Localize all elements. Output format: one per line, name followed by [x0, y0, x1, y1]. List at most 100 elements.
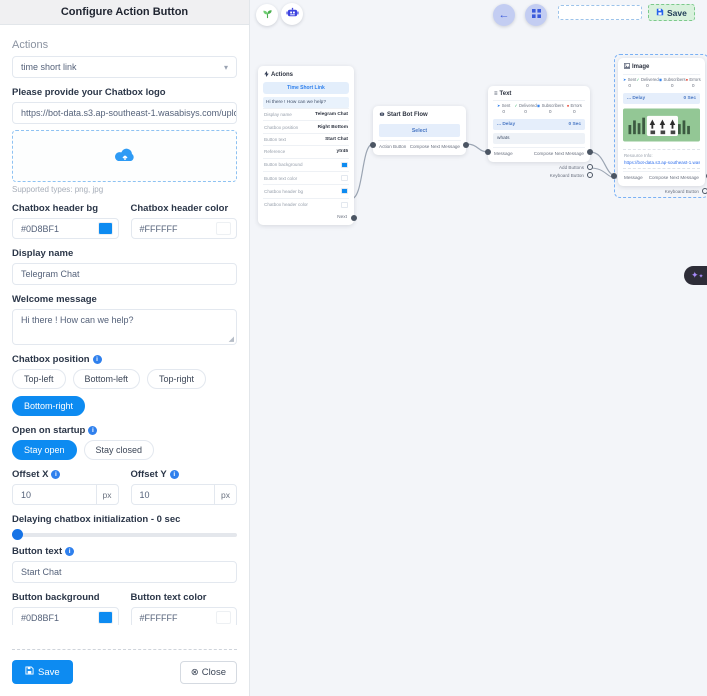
chatbox-header-bg-label: Chatbox header bg: [12, 203, 119, 214]
keyboard-button-port-dot[interactable]: [587, 172, 593, 178]
chatbox-header-color-field[interactable]: #FFFFFF: [131, 218, 238, 239]
delivered-icon: ✓: [514, 103, 518, 108]
position-bottom-left[interactable]: Bottom-left: [73, 369, 141, 389]
delay-slider[interactable]: [12, 533, 237, 537]
logo-dropzone[interactable]: [12, 130, 237, 182]
logo-label: Please provide your Chatbox logo: [12, 87, 237, 98]
flow-canvas[interactable]: ← Save Actions Time Short Link Hi there …: [250, 0, 707, 696]
color-swatch: [341, 175, 348, 181]
offset-y-input[interactable]: 10 px: [131, 484, 238, 505]
position-top-left[interactable]: Top-left: [12, 369, 66, 389]
divider: [12, 649, 237, 650]
supported-types-text: Supported types: png, jpg: [12, 185, 237, 194]
node-row: Button textStart Chat: [263, 133, 349, 145]
position-top-right[interactable]: Top-right: [147, 369, 206, 389]
ai-assistant-button[interactable]: ✦✦: [684, 266, 707, 285]
action-select[interactable]: time short link ▾: [12, 56, 237, 78]
info-icon: i: [88, 426, 97, 435]
subscribers-icon: ◉: [659, 77, 663, 82]
offset-x-input[interactable]: 10 px: [12, 484, 119, 505]
close-button[interactable]: ⊗ Close: [180, 661, 237, 684]
color-swatch[interactable]: [216, 222, 231, 235]
save-button[interactable]: Save: [12, 660, 73, 684]
resource-url-link[interactable]: https://bot-data.s3.ap-southeast-1.wasab…: [623, 159, 700, 169]
welcome-message-textarea[interactable]: Hi there ! How can we help? ◢: [12, 309, 237, 345]
button-text-color-field[interactable]: #FFFFFF: [131, 607, 238, 625]
startup-stay-closed[interactable]: Stay closed: [84, 440, 155, 460]
delay-row[interactable]: ... Delay0 Sec: [623, 93, 700, 104]
button-background-label: Button background: [12, 592, 119, 603]
image-preview: [623, 107, 700, 146]
color-swatch: [341, 162, 348, 168]
color-swatch[interactable]: [98, 611, 113, 624]
bot-button[interactable]: [281, 3, 303, 25]
robot-icon: [379, 111, 385, 119]
close-icon: ⊗: [191, 667, 199, 678]
back-button[interactable]: ←: [493, 4, 515, 26]
sparkles-icon: ✦✦: [691, 270, 704, 281]
image-node[interactable]: Image ➤ Sent0 ✓ Delivered0 ◉ Subscribers…: [614, 54, 707, 198]
page-title: Configure Action Button: [0, 0, 249, 25]
resize-grip-icon[interactable]: ◢: [229, 335, 234, 343]
action-type-pill[interactable]: Time Short Link: [263, 82, 349, 94]
input-port[interactable]: [611, 173, 617, 179]
button-background-field[interactable]: #0D8BF1: [12, 607, 119, 625]
add-buttons-port[interactable]: Add Buttons: [488, 162, 590, 170]
errors-icon: ●: [567, 103, 570, 108]
delay-row[interactable]: ... Delay0 Sec: [493, 119, 585, 130]
button-text-color-label: Button text color: [131, 592, 238, 603]
message-port-label: Message: [494, 151, 513, 156]
grid-icon: [532, 9, 541, 21]
display-name-input[interactable]: Telegram Chat: [12, 263, 237, 285]
node-ports-row: Message Compose Next Message: [493, 147, 585, 157]
actions-node[interactable]: Actions Time Short Link Hi there ! How c…: [258, 66, 354, 225]
output-port[interactable]: [463, 142, 469, 148]
startup-stay-open[interactable]: Stay open: [12, 440, 77, 460]
chevron-down-icon: ▾: [224, 63, 228, 72]
info-icon: i: [170, 470, 179, 479]
input-port[interactable]: [370, 142, 376, 148]
subscribers-icon: ◉: [537, 103, 541, 108]
flow-name-input[interactable]: [558, 5, 642, 20]
button-text-input[interactable]: Start Chat: [12, 561, 237, 583]
bolt-icon: [264, 71, 269, 79]
panel-footer: Save ⊗ Close: [0, 639, 249, 696]
slider-thumb[interactable]: [12, 529, 23, 540]
keyboard-button-port-dot[interactable]: [702, 188, 707, 194]
keyboard-button-port[interactable]: Keyboard Button: [618, 186, 705, 194]
next-port[interactable]: [351, 215, 357, 221]
info-icon: i: [51, 470, 60, 479]
floppy-icon: [25, 666, 34, 678]
welcome-message-preview: Hi there ! How can we help?: [263, 97, 349, 108]
stats-row: ➤ Sent0 ✓ Delivered0 ◉ Subscribers0 ● Er…: [623, 74, 700, 92]
chatbox-header-color-label: Chatbox header color: [131, 203, 238, 214]
start-bot-flow-node[interactable]: Start Bot Flow Select Action Button Comp…: [373, 106, 466, 155]
node-ports-row: Action Button Compose Next Message: [378, 140, 461, 150]
node-row: Referenceytr45: [263, 145, 349, 157]
output-port[interactable]: [587, 149, 593, 155]
keyboard-button-port[interactable]: Keyboard Button: [488, 170, 590, 178]
color-swatch[interactable]: [98, 222, 113, 235]
compose-port-label: Compose Next Message: [649, 175, 699, 180]
errors-icon: ●: [686, 77, 689, 82]
node-row: Button text color: [263, 171, 349, 184]
position-bottom-right[interactable]: Bottom-right: [12, 396, 85, 416]
grid-button[interactable]: [525, 4, 547, 26]
delay-init-label: Delaying chatbox initialization - 0 sec: [12, 514, 237, 525]
select-button[interactable]: Select: [379, 124, 460, 137]
message-port-label: Message: [624, 175, 643, 180]
canvas-save-button[interactable]: Save: [648, 4, 695, 21]
text-node[interactable]: ≡ Text ➤ Sent0 ✓ Delivered0 ◉ Subscriber…: [488, 86, 590, 178]
node-row: Display nameTelegram Chat: [263, 108, 349, 120]
action-select-value: time short link: [21, 62, 77, 72]
node-ports-row: Message Compose Next Message: [623, 171, 700, 181]
node-row: Button background: [263, 158, 349, 171]
seedling-button[interactable]: [256, 4, 278, 26]
logo-url-input[interactable]: https://bot-data.s3.ap-southeast-1.wasab…: [12, 102, 237, 124]
arrow-left-icon: ←: [499, 9, 510, 21]
input-port[interactable]: [485, 149, 491, 155]
stats-row: ➤ Sent0 ✓ Delivered0 ◉ Subscribers0 ● Er…: [493, 100, 585, 118]
chatbox-header-bg-field[interactable]: #0D8BF1: [12, 218, 119, 239]
color-swatch[interactable]: [216, 611, 231, 624]
resource-info-label: Resource Info:: [623, 149, 700, 159]
